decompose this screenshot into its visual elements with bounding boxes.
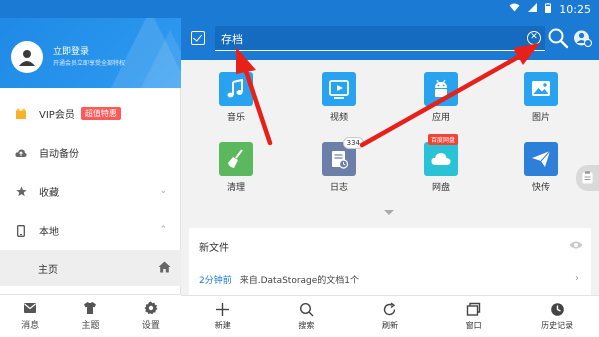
bottom-label: 搜索 bbox=[298, 321, 315, 330]
message-icon bbox=[24, 303, 37, 313]
tab-theme[interactable]: 主题 bbox=[60, 295, 120, 337]
app-music[interactable]: 音乐 bbox=[206, 72, 266, 123]
gear-icon bbox=[144, 301, 158, 315]
recent-files-title: 新文件 bbox=[199, 243, 229, 254]
refresh-button[interactable]: 刷新 bbox=[348, 296, 432, 337]
chevron-down-icon: ⌄ bbox=[159, 186, 167, 196]
recent-desc: 来自.DataStorage的文档1个 bbox=[239, 275, 360, 286]
battery-icon bbox=[545, 2, 552, 16]
app-label: 应用 bbox=[431, 113, 450, 123]
sidebar-item-favorites[interactable]: 收藏 ⌄ bbox=[0, 172, 181, 211]
user-icon bbox=[19, 50, 35, 66]
app-label: 日志 bbox=[329, 183, 348, 193]
promo-tag: 百度网盘 bbox=[428, 134, 459, 145]
search-icon bbox=[299, 302, 314, 317]
vip-icon bbox=[15, 107, 27, 120]
window-icon bbox=[466, 302, 481, 316]
cloud-backup-icon bbox=[15, 147, 27, 159]
toolbar: 存档 ✕ bbox=[181, 18, 599, 60]
bottom-label: 窗口 bbox=[465, 321, 482, 330]
search-field[interactable]: 存档 ✕ bbox=[215, 26, 545, 51]
sidebar-item-label: 自动备份 bbox=[39, 149, 79, 160]
status-bar: 10:25 bbox=[0, 0, 599, 18]
window-button[interactable]: 窗口 bbox=[432, 296, 516, 337]
sidebar-item-auto-backup[interactable]: 自动备份 bbox=[0, 133, 181, 172]
app-video[interactable]: 视频 bbox=[309, 72, 369, 123]
eye-icon[interactable] bbox=[569, 240, 583, 250]
login-subtitle: 开通会员立即享受全部特权 bbox=[53, 60, 126, 67]
app-label: 清理 bbox=[226, 183, 245, 193]
plus-icon bbox=[216, 303, 230, 316]
expand-arrow-icon[interactable] bbox=[384, 210, 394, 215]
recent-files-card: 新文件 2分钟前 来自.DataStorage的文档1个 › bbox=[189, 228, 591, 298]
paper-plane-icon bbox=[532, 150, 551, 167]
sidebar-item-local[interactable]: 本地 ⌃ bbox=[0, 211, 181, 250]
app-cloud-drive[interactable]: 百度网盘 网盘 bbox=[411, 134, 471, 193]
new-button[interactable]: 新建 bbox=[181, 296, 265, 337]
tab-settings[interactable]: 设置 bbox=[121, 295, 181, 337]
app-logs[interactable]: 334 日志 bbox=[309, 137, 369, 193]
app-label: 网盘 bbox=[431, 183, 450, 193]
refresh-icon bbox=[384, 302, 396, 316]
app-clean[interactable]: 清理 bbox=[206, 142, 266, 193]
tab-label: 设置 bbox=[141, 321, 160, 331]
bottom-toolbar: 新建 搜索 刷新 窗口 历史记录 bbox=[181, 295, 599, 337]
wifi-icon bbox=[509, 3, 520, 15]
video-icon bbox=[329, 80, 349, 99]
history-icon bbox=[550, 303, 564, 316]
app-label: 图片 bbox=[531, 113, 550, 123]
sidebar-item-home[interactable]: 主页 bbox=[0, 250, 181, 286]
sidebar: 立即登录 开通会员立即享受全部特权 VIP会员 超值特惠 自动备份 收藏 ⌄ 本… bbox=[0, 0, 181, 337]
history-button[interactable]: 历史记录 bbox=[515, 296, 599, 337]
shirt-icon bbox=[84, 302, 97, 314]
app-quick-transfer[interactable]: 快传 bbox=[511, 142, 571, 193]
sidebar-item-label: 主页 bbox=[38, 264, 58, 276]
music-icon bbox=[227, 78, 243, 98]
floating-clipboard-tab[interactable] bbox=[576, 165, 599, 191]
app-label: 音乐 bbox=[226, 113, 245, 123]
tab-label: 消息 bbox=[21, 321, 40, 331]
star-icon bbox=[15, 186, 27, 198]
main-panel: 存档 ✕ 音乐 视频 应用 图片 清理 334 日志 百度网盘 网盘 快传 新文… bbox=[181, 18, 599, 337]
cloud-drive-icon bbox=[431, 153, 451, 165]
sidebar-item-label: VIP会员 bbox=[39, 110, 75, 121]
bottom-label: 新建 bbox=[214, 321, 231, 330]
home-icon bbox=[158, 261, 171, 276]
bottom-label: 刷新 bbox=[381, 321, 398, 330]
search-button-icon[interactable] bbox=[547, 27, 569, 49]
clock: 10:25 bbox=[559, 2, 591, 16]
search-button[interactable]: 搜索 bbox=[265, 296, 349, 337]
image-icon bbox=[532, 81, 550, 96]
multi-select-icon[interactable] bbox=[191, 31, 205, 45]
chevron-up-icon: ⌃ bbox=[159, 225, 167, 235]
sidebar-item-vip[interactable]: VIP会员 超值特惠 bbox=[0, 94, 181, 133]
sidebar-item-label: 收藏 bbox=[39, 188, 59, 199]
chevron-right-icon: › bbox=[575, 273, 579, 284]
bottom-label: 历史记录 bbox=[541, 321, 574, 330]
sidebar-item-label: 本地 bbox=[39, 227, 59, 238]
app-label: 视频 bbox=[329, 113, 348, 123]
tab-label: 主题 bbox=[81, 321, 100, 331]
signal-icon bbox=[528, 3, 538, 15]
clipboard-icon bbox=[582, 171, 593, 184]
account-icon[interactable] bbox=[573, 28, 593, 48]
app-label: 快传 bbox=[531, 183, 550, 193]
recent-file-row[interactable]: 2分钟前 来自.DataStorage的文档1个 › bbox=[189, 266, 591, 292]
clear-search-button[interactable]: ✕ bbox=[527, 31, 541, 45]
android-icon bbox=[435, 79, 447, 97]
sidebar-menu: VIP会员 超值特惠 自动备份 收藏 ⌄ 本地 ⌃ 主页 bbox=[0, 94, 181, 286]
vip-promo-badge: 超值特惠 bbox=[80, 107, 121, 120]
broom-icon bbox=[228, 149, 243, 168]
avatar[interactable] bbox=[11, 41, 43, 73]
login-link[interactable]: 立即登录 bbox=[53, 44, 89, 57]
phone-icon bbox=[15, 224, 27, 237]
recent-time: 2分钟前 bbox=[199, 275, 232, 286]
app-images[interactable]: 图片 bbox=[511, 72, 571, 123]
app-apps[interactable]: 应用 bbox=[411, 72, 471, 123]
log-icon bbox=[332, 151, 349, 169]
search-input[interactable]: 存档 bbox=[221, 31, 243, 47]
tab-messages[interactable]: 消息 bbox=[0, 295, 60, 337]
log-count-badge: 334 bbox=[342, 137, 364, 149]
sidebar-bottom-tabs: 消息 主题 设置 bbox=[0, 294, 181, 337]
